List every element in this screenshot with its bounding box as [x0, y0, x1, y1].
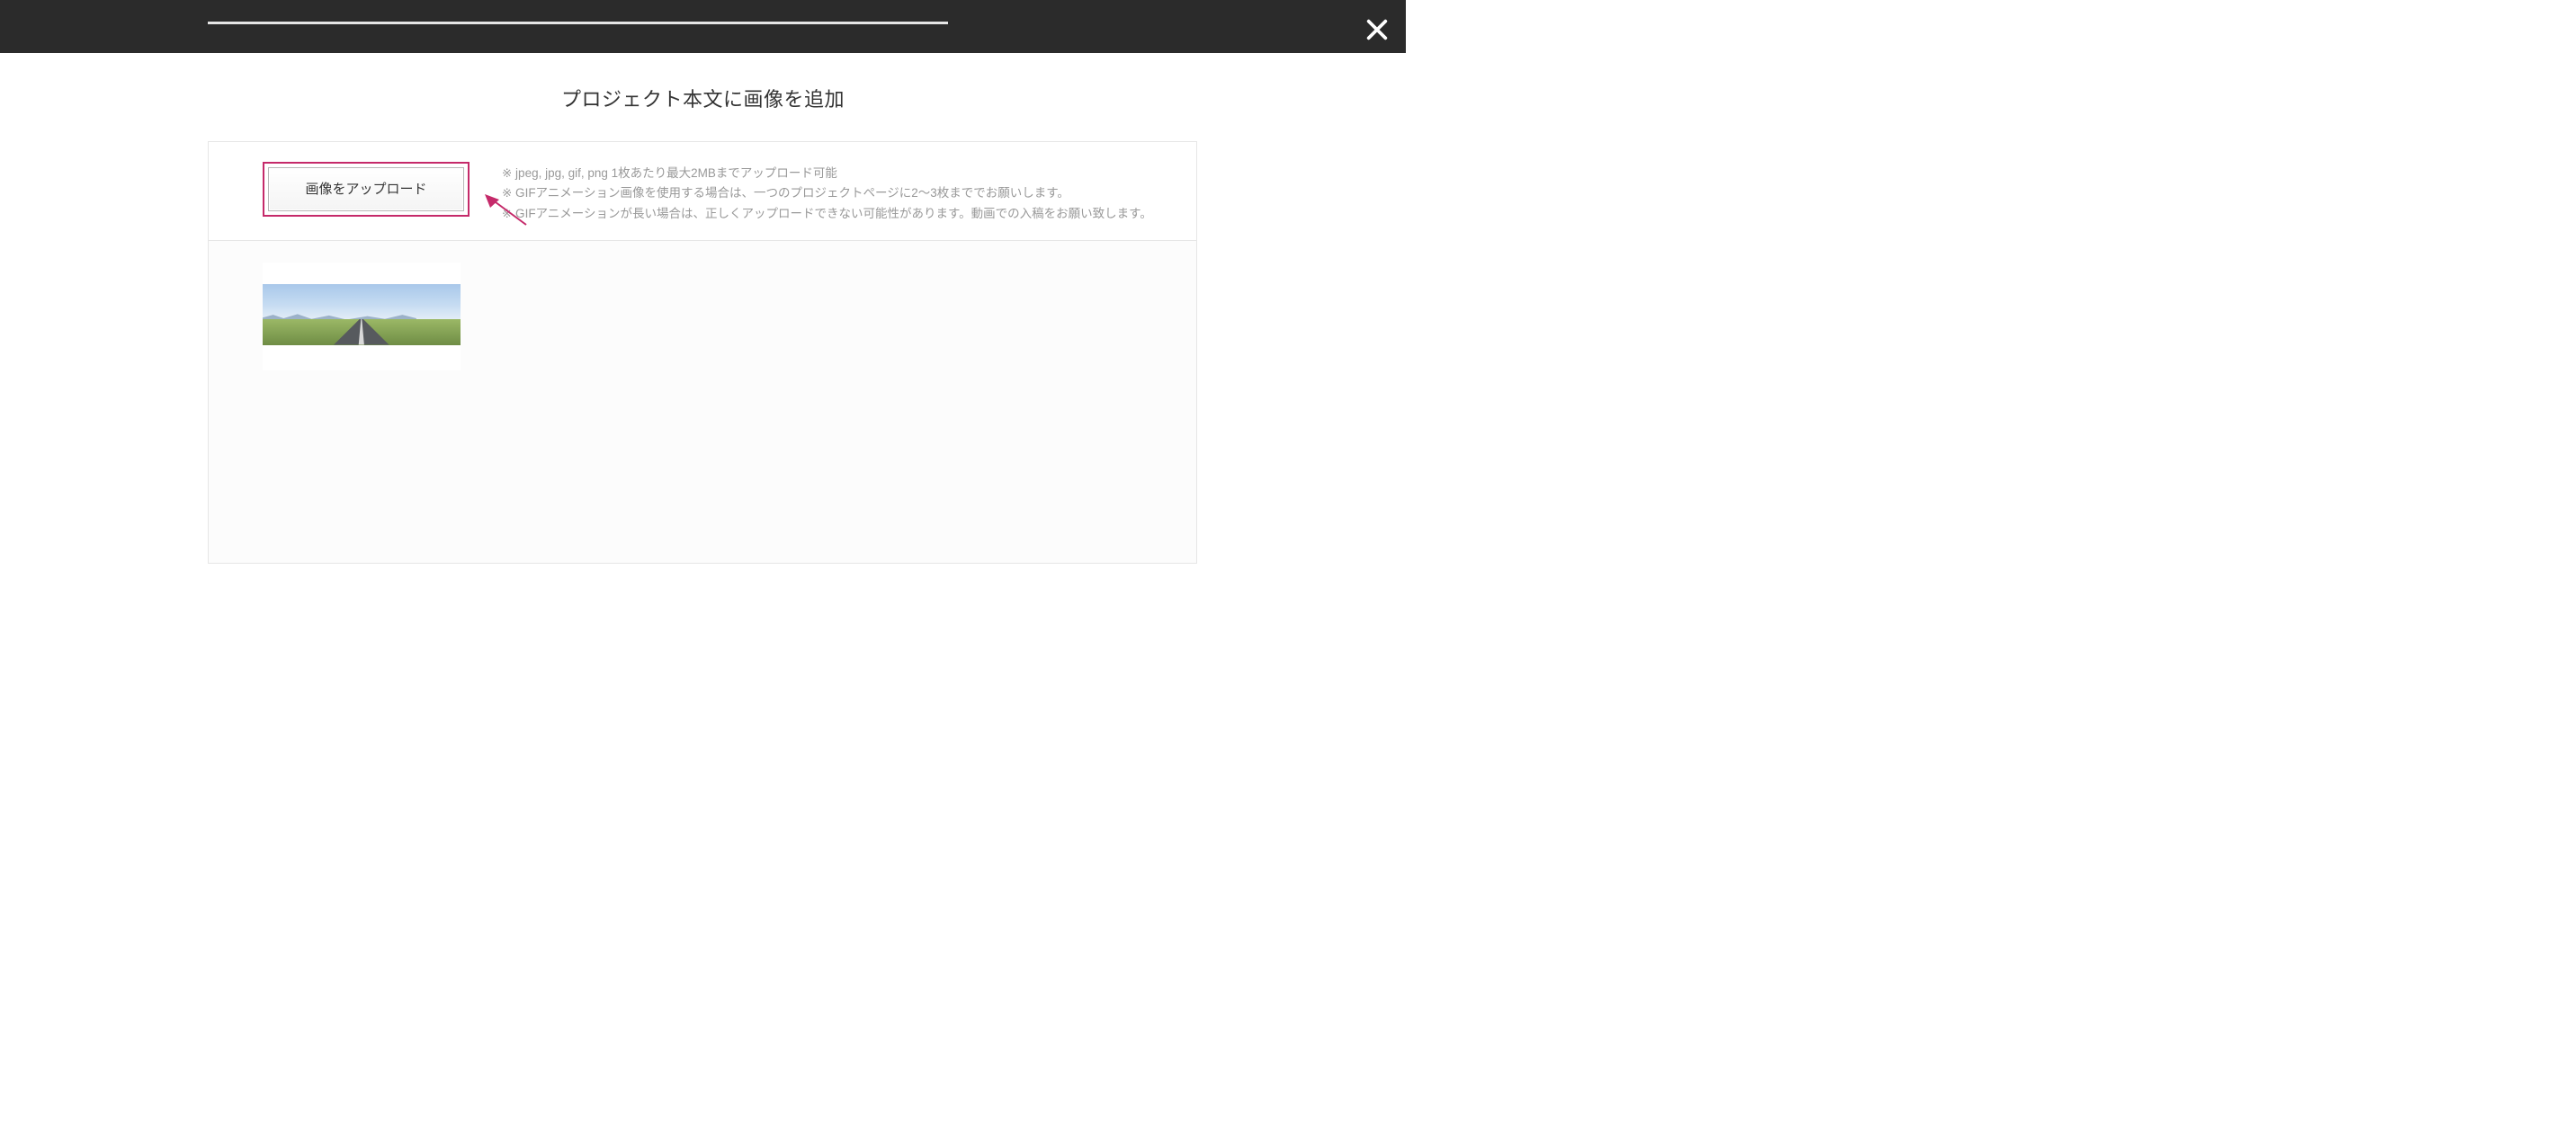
panel-body — [209, 241, 1196, 563]
upload-note-line: ※ GIFアニメーションが長い場合は、正しくアップロードできない可能性があります… — [502, 204, 1152, 224]
image-thumbnail[interactable] — [263, 263, 461, 370]
upload-panel: 画像をアップロード ※ jpeg, jpg, gif, png 1枚あたり最大2… — [208, 141, 1197, 564]
panel-header: 画像をアップロード ※ jpeg, jpg, gif, png 1枚あたり最大2… — [209, 142, 1196, 241]
upload-note-line: ※ GIFアニメーション画像を使用する場合は、一つのプロジェクトページに2〜3枚… — [502, 183, 1152, 203]
topbar-strip — [208, 22, 948, 24]
upload-notes: ※ jpeg, jpg, gif, png 1枚あたり最大2MBまでアップロード… — [502, 162, 1152, 224]
upload-note-line: ※ jpeg, jpg, gif, png 1枚あたり最大2MBまでアップロード… — [502, 164, 1152, 183]
modal-topbar — [0, 0, 1406, 53]
modal-title: プロジェクト本文に画像を追加 — [0, 84, 1406, 112]
close-icon[interactable] — [1364, 17, 1390, 42]
upload-button[interactable]: 画像をアップロード — [268, 167, 464, 211]
thumbnail-road — [334, 319, 389, 345]
thumbnail-content — [263, 284, 461, 345]
upload-button-highlight: 画像をアップロード — [263, 162, 470, 217]
